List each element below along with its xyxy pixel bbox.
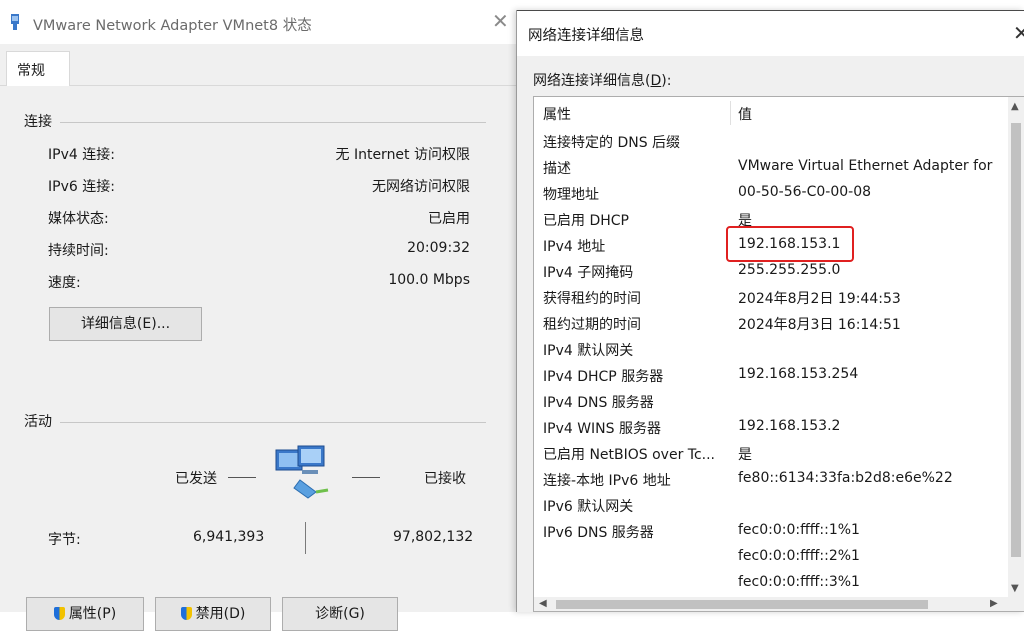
- scroll-left-icon[interactable]: ◀: [539, 598, 547, 609]
- received-bytes-value: 97,802,132: [393, 529, 474, 545]
- duration-label: 持续时间:: [48, 243, 109, 259]
- list-row[interactable]: IPv4 DNS 服务器: [534, 388, 1010, 414]
- list-row[interactable]: 获得租约的时间 2024年8月2日 19:44:53: [534, 284, 1010, 310]
- details-title-bar: 网络连接详细信息 ✕: [517, 10, 1024, 56]
- activity-heading: 活动: [24, 411, 60, 431]
- connection-heading: 连接: [24, 111, 60, 131]
- list-row[interactable]: IPv4 DHCP 服务器 192.168.153.254: [534, 362, 1010, 388]
- list-row[interactable]: 物理地址 00-50-56-C0-00-08: [534, 180, 1010, 206]
- list-row[interactable]: IPv6 默认网关: [534, 492, 1010, 518]
- connection-group-line: [26, 122, 486, 123]
- list-row[interactable]: 连接-本地 IPv6 地址 fe80::6134:33fa:b2d8:e6e%22: [534, 466, 1010, 492]
- details-list-label: 网络连接详细信息(D):: [533, 73, 672, 89]
- disable-button-label: 禁用(D): [195, 606, 246, 622]
- ipv4-address-highlight: [726, 226, 854, 262]
- details-title: 网络连接详细信息: [528, 28, 644, 44]
- properties-button-label: 属性(P): [68, 606, 117, 622]
- sent-bytes-value: 6,941,393: [193, 529, 265, 545]
- column-value[interactable]: 值: [738, 104, 752, 124]
- scroll-up-icon[interactable]: ▲: [1011, 101, 1019, 112]
- ipv4-connection-value: 无 Internet 访问权限: [335, 147, 471, 163]
- ipv6-connection-value: 无网络访问权限: [372, 179, 470, 195]
- uac-shield-icon: [53, 607, 65, 620]
- duration-value: 20:09:32: [407, 240, 470, 256]
- list-row[interactable]: 已启用 NetBIOS over Tc... 是: [534, 440, 1010, 466]
- uac-shield-icon: [180, 607, 192, 620]
- bytes-label: 字节:: [48, 532, 81, 548]
- diagnose-button[interactable]: 诊断(G): [282, 597, 398, 631]
- tab-general[interactable]: 常规: [6, 51, 70, 87]
- media-state-value: 已启用: [428, 211, 470, 227]
- media-state-label: 媒体状态:: [48, 211, 109, 227]
- column-divider[interactable]: [730, 101, 731, 125]
- list-row[interactable]: 描述 VMware Virtual Ethernet Adapter for: [534, 154, 1010, 180]
- speed-label: 速度:: [48, 275, 81, 291]
- list-row[interactable]: IPv4 默认网关: [534, 336, 1010, 362]
- scroll-down-icon[interactable]: ▼: [1011, 583, 1019, 594]
- connection-details-dialog: 网络连接详细信息 ✕ 网络连接详细信息(D): 属性 值 连接特定的 DNS 后…: [516, 10, 1024, 612]
- scroll-right-icon[interactable]: ▶: [990, 598, 998, 609]
- vertical-scroll-thumb[interactable]: [1011, 123, 1021, 557]
- general-panel: 连接 IPv4 连接: 无 Internet 访问权限 IPv6 连接: 无网络…: [0, 86, 520, 631]
- window-title: VMware Network Adapter VMnet8 状态: [33, 18, 312, 34]
- received-label: 已接收: [424, 471, 466, 487]
- network-computers-icon: [275, 445, 329, 499]
- details-button[interactable]: 详细信息(E)...: [49, 307, 202, 341]
- network-adapter-icon: [11, 14, 19, 30]
- vertical-scrollbar[interactable]: ▲ ▼: [1008, 97, 1024, 611]
- list-row[interactable]: fec0:0:0:ffff::2%1: [534, 544, 1010, 570]
- close-icon[interactable]: ✕: [1013, 21, 1024, 45]
- sent-label: 已发送: [175, 471, 217, 487]
- details-list[interactable]: 属性 值 连接特定的 DNS 后缀 描述 VMware Virtual Ether…: [533, 96, 1024, 612]
- received-dash: [352, 477, 380, 478]
- properties-button[interactable]: 属性(P): [26, 597, 144, 631]
- title-bar: VMware Network Adapter VMnet8 状态 ✕: [0, 0, 520, 44]
- ipv6-connection-label: IPv6 连接:: [48, 179, 115, 195]
- disable-button[interactable]: 禁用(D): [155, 597, 271, 631]
- bytes-separator: [305, 522, 306, 554]
- list-row[interactable]: 租约过期的时间 2024年8月3日 16:14:51: [534, 310, 1010, 336]
- sent-dash: [228, 477, 256, 478]
- list-header: 属性 值: [534, 97, 1010, 127]
- ipv4-connection-label: IPv4 连接:: [48, 147, 115, 163]
- horizontal-scroll-thumb[interactable]: [556, 600, 928, 609]
- list-row[interactable]: IPv4 WINS 服务器 192.168.153.2: [534, 414, 1010, 440]
- list-row[interactable]: 连接特定的 DNS 后缀: [534, 128, 1010, 154]
- horizontal-scrollbar[interactable]: ◀ ▶: [534, 597, 1010, 611]
- column-property[interactable]: 属性: [543, 104, 571, 124]
- speed-value: 100.0 Mbps: [388, 272, 470, 288]
- list-row[interactable]: IPv6 DNS 服务器 fec0:0:0:ffff::1%1: [534, 518, 1010, 544]
- close-icon[interactable]: ✕: [492, 9, 509, 33]
- list-row[interactable]: fec0:0:0:ffff::3%1: [534, 570, 1010, 596]
- adapter-status-window: VMware Network Adapter VMnet8 状态 ✕ 常规 连接…: [0, 0, 520, 631]
- tab-strip: 常规: [0, 44, 520, 87]
- activity-group-line: [26, 422, 486, 423]
